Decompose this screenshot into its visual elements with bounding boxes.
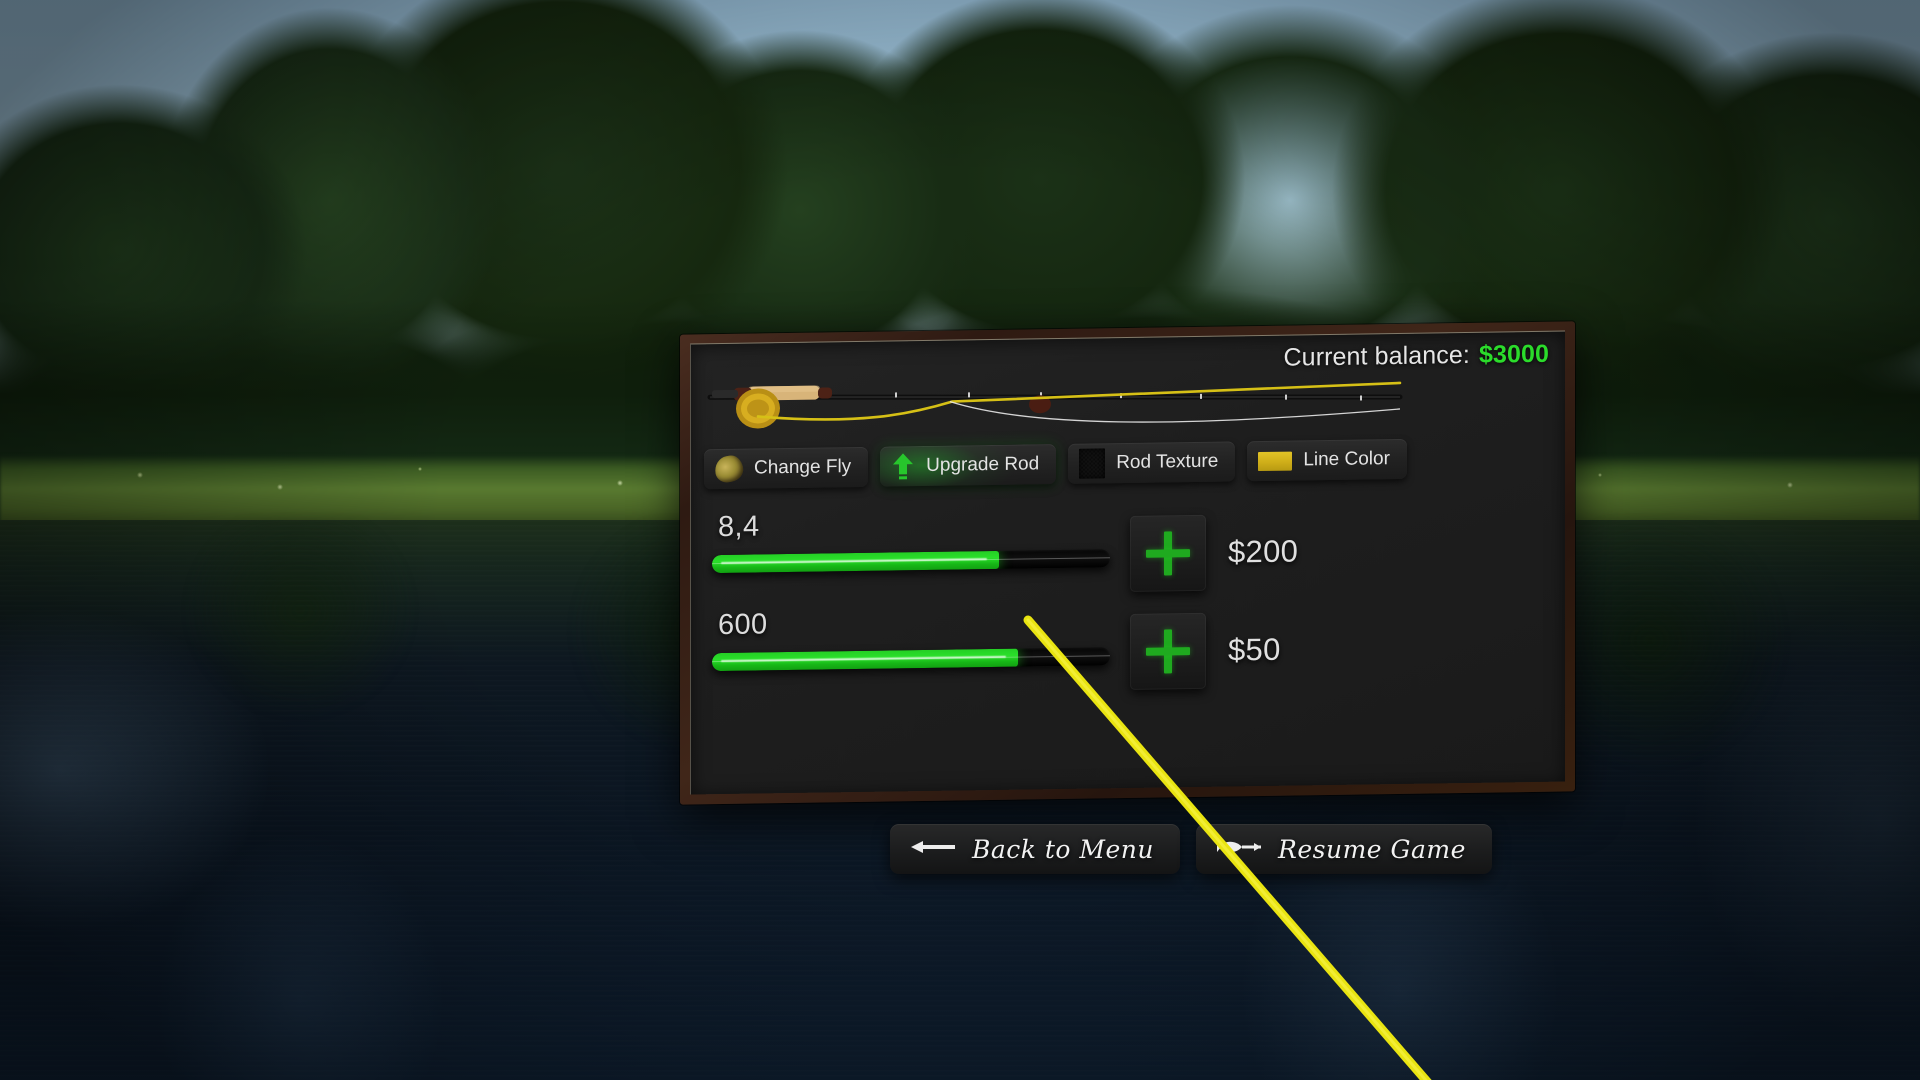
customization-options: Change Fly Upgrade Rod Rod Texture Line … [704, 437, 1554, 490]
purchase-column: $200 $50 [1130, 502, 1298, 700]
balance-amount: $3000 [1478, 339, 1549, 369]
line-color-swatch-icon [1258, 451, 1293, 471]
buy-rod-length-button[interactable] [1130, 514, 1206, 592]
purchase-row-line-length: $50 [1130, 600, 1298, 700]
pause-menu-nav: Back to Menu Resume Game [890, 824, 1492, 874]
back-to-menu-label: Back to Menu [972, 834, 1155, 864]
line-length-slider[interactable] [712, 647, 1110, 672]
rod-texture-swatch-icon [1079, 448, 1106, 479]
resume-game-button[interactable]: Resume Game [1196, 824, 1492, 874]
shop-panel: Current balance: $3000 Change Fly Upgrad… [680, 321, 1575, 805]
option-change-fly[interactable]: Change Fly [704, 446, 869, 490]
option-upgrade-rod-label: Upgrade Rod [926, 453, 1040, 476]
line-length-slider-fill [712, 648, 1019, 672]
option-upgrade-rod[interactable]: Upgrade Rod [880, 444, 1057, 487]
upgrade-arrow-icon [891, 452, 915, 480]
stat-row-line-length: 600 [704, 597, 1554, 708]
option-rod-texture[interactable]: Rod Texture [1068, 441, 1236, 484]
line-length-price: $50 [1228, 631, 1281, 668]
upgrade-stat-sliders: 8,4 600 [704, 499, 1554, 708]
option-change-fly-label: Change Fly [754, 456, 852, 479]
rod-length-value: 8,4 [718, 510, 760, 544]
fish-icon [1216, 838, 1262, 861]
option-rod-texture-label: Rod Texture [1116, 450, 1219, 474]
back-to-menu-button[interactable]: Back to Menu [890, 824, 1181, 874]
purchase-row-rod-length: $200 [1130, 502, 1298, 602]
rod-length-slider-fill [712, 550, 999, 574]
option-line-color[interactable]: Line Color [1247, 438, 1407, 482]
rod-length-slider[interactable] [712, 549, 1110, 574]
stat-row-rod-length: 8,4 [704, 499, 1554, 610]
resume-game-label: Resume Game [1278, 834, 1466, 864]
buy-line-length-button[interactable] [1130, 612, 1206, 690]
rod-length-price: $200 [1228, 533, 1299, 570]
line-length-value: 600 [718, 608, 768, 642]
fly-swatch-icon [712, 453, 746, 485]
option-line-color-label: Line Color [1303, 448, 1390, 471]
left-arrow-icon [910, 838, 956, 861]
rod-preview-image [700, 359, 1420, 442]
